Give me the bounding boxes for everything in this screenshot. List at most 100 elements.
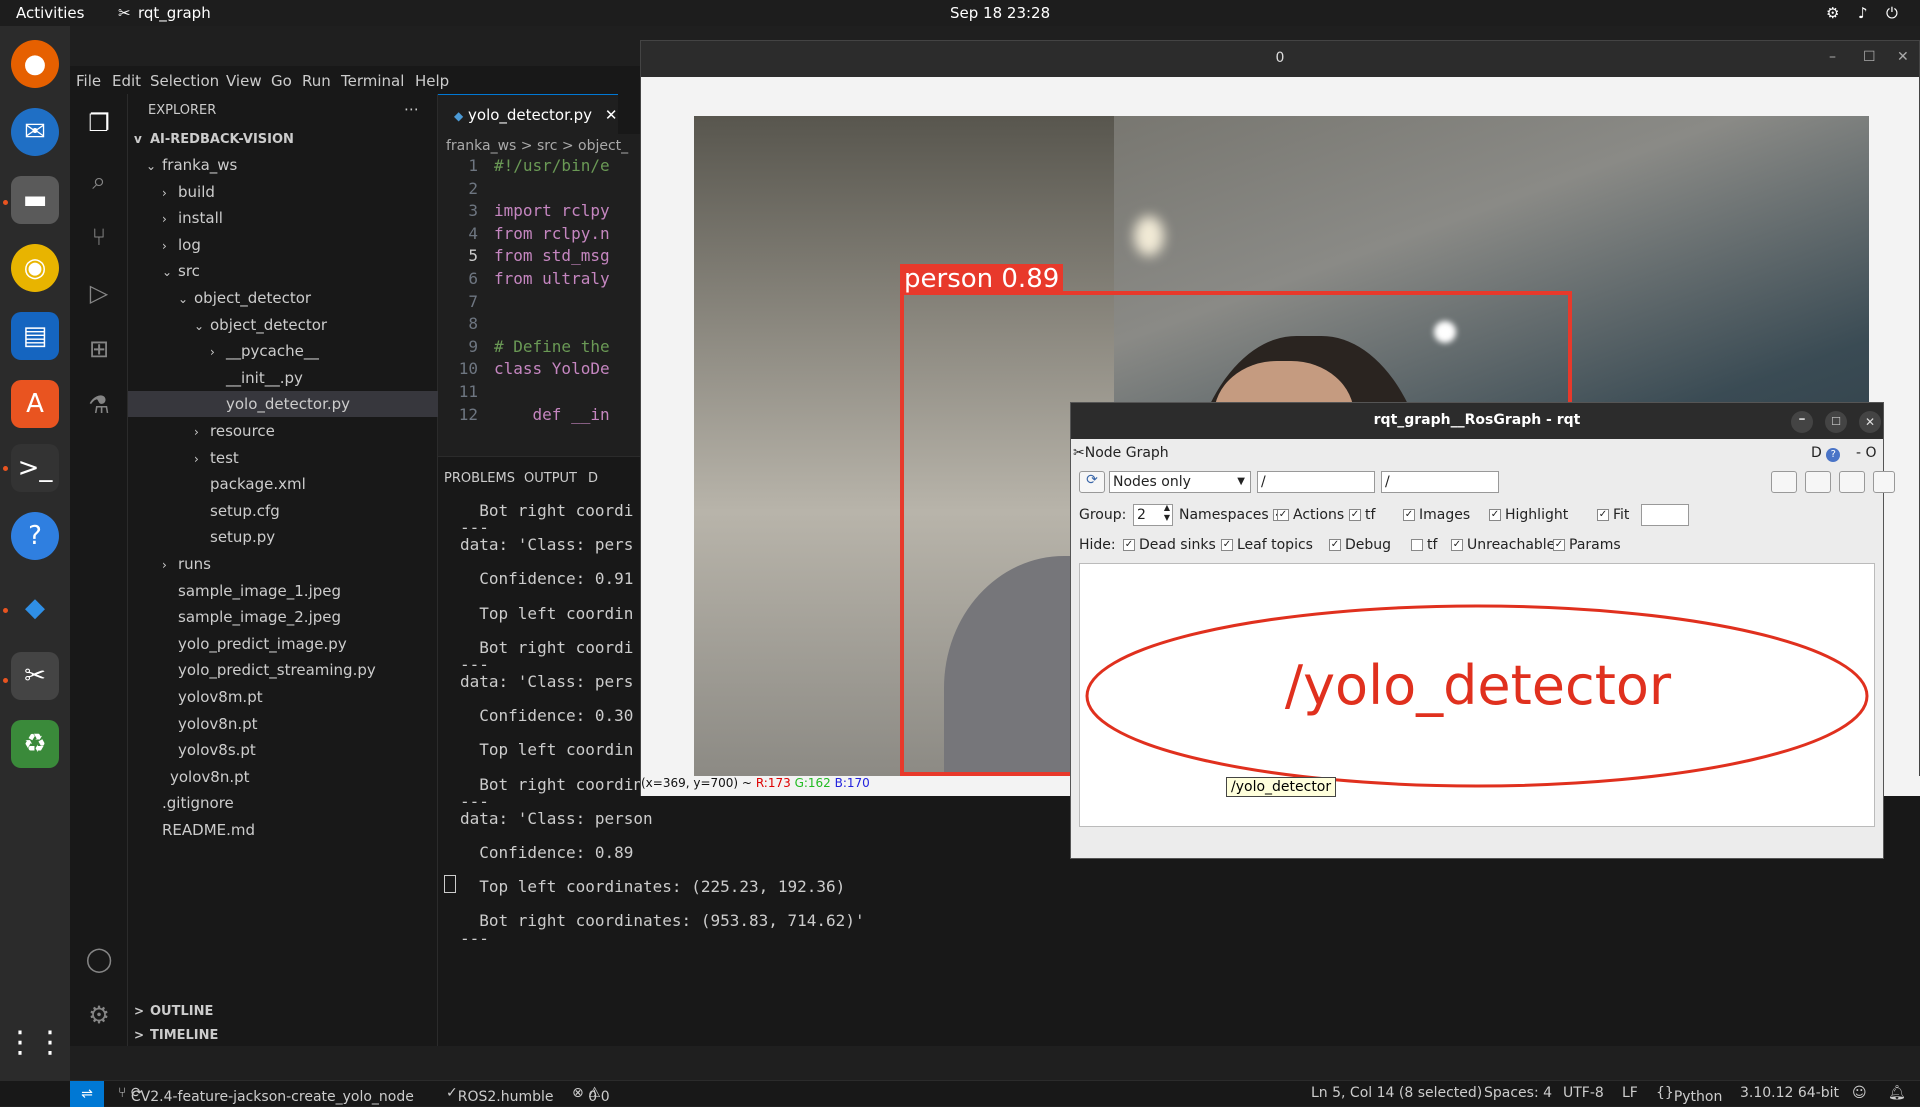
tree-item[interactable]: yolov8n.pt (154, 764, 250, 790)
writer-icon[interactable]: ▤ (11, 312, 59, 360)
encoding[interactable]: UTF-8 (1563, 1085, 1604, 1101)
help-icon[interactable]: ? (11, 512, 59, 560)
option-highlight[interactable]: ✓ Highlight (1489, 507, 1568, 523)
tree-item[interactable]: › test (194, 445, 239, 471)
cursor-position[interactable]: Ln 5, Col 14 (8 selected) (1311, 1085, 1482, 1101)
tree-item[interactable]: __init__.py (210, 365, 303, 391)
python-interpreter[interactable]: 3.10.12 64-bit (1740, 1085, 1839, 1101)
trash-icon[interactable]: ♻ (11, 720, 59, 768)
search-icon[interactable]: ⌕ (82, 164, 116, 198)
notifications-icon[interactable]: 🔔︎ (1888, 1085, 1906, 1101)
fit-extra-field[interactable] (1641, 504, 1689, 526)
tree-item[interactable]: ⌄ franka_ws (146, 152, 237, 178)
ros-indicator[interactable]: ✓ ROS2.humble (446, 1085, 554, 1105)
indentation[interactable]: Spaces: 4 (1484, 1085, 1552, 1101)
code-line[interactable]: class YoloDe (494, 359, 610, 378)
code-line[interactable]: from std_msg (494, 246, 610, 265)
tree-item[interactable]: sample_image_1.jpeg (162, 578, 341, 604)
more-actions-icon[interactable]: ⋯ (404, 96, 419, 122)
save-dot-icon[interactable] (1805, 471, 1831, 493)
source-control-icon[interactable]: ⑂ (82, 220, 116, 254)
tree-item[interactable]: package.xml (194, 471, 306, 497)
feedback-icon[interactable]: ☺ (1852, 1085, 1867, 1101)
menu-edit[interactable]: Edit (112, 72, 141, 90)
plugin-options-buttons[interactable]: - O (1856, 445, 1877, 461)
tree-item[interactable]: yolo_predict_image.py (162, 631, 347, 657)
tab-output[interactable]: OUTPUT (524, 471, 577, 486)
workspace-root[interactable]: v AI-REDBACK-VISION (134, 126, 294, 152)
clock[interactable]: Sep 18 23:28 (950, 4, 1050, 22)
tree-item[interactable]: setup.py (194, 524, 275, 550)
option-tf[interactable]: ✓ tf (1349, 507, 1375, 523)
maximize-icon[interactable]: ☐ (1863, 49, 1876, 65)
account-icon[interactable]: ◯ (82, 942, 116, 976)
network-icon[interactable]: ⚙ (1826, 4, 1839, 22)
active-app-name[interactable]: rqt_graph (138, 4, 211, 22)
menu-help[interactable]: Help (415, 72, 449, 90)
show-apps-icon[interactable]: ⋮⋮ (5, 1018, 65, 1066)
graph-mode-select[interactable]: Nodes only ▼ (1109, 471, 1251, 493)
menu-run[interactable]: Run (302, 72, 331, 90)
testing-icon[interactable]: ⚗ (82, 388, 116, 422)
timeline-section[interactable]: > TIMELINE (134, 1022, 218, 1048)
tree-item[interactable]: yolo_detector.py (128, 391, 438, 418)
tree-item[interactable]: › install (162, 205, 223, 231)
checkbox-dead-sinks[interactable]: ✓ Dead sinks (1123, 537, 1216, 553)
tab-yolo-detector[interactable]: ◆ yolo_detector.py ✕ (438, 94, 618, 134)
minimize-icon[interactable]: – (1829, 49, 1836, 65)
code-line[interactable]: from rclpy.n (494, 224, 610, 243)
code-line[interactable]: #!/usr/bin/e (494, 156, 610, 175)
checkbox-params[interactable]: ✓ Params (1553, 537, 1621, 553)
node-label[interactable]: /yolo_detector (1080, 654, 1876, 717)
run-debug-icon[interactable]: ▷ (82, 276, 116, 310)
close-tab-icon[interactable]: ✕ (605, 106, 618, 124)
save-svg-icon[interactable] (1839, 471, 1865, 493)
option-actions[interactable]: ✓ Actions (1277, 507, 1344, 523)
explorer-icon[interactable]: ❐ (82, 106, 116, 140)
menu-go[interactable]: Go (271, 72, 292, 90)
volume-icon[interactable]: ♪ (1858, 4, 1868, 22)
software-icon[interactable]: A (11, 380, 59, 428)
tree-item[interactable]: yolo_predict_streaming.py (162, 657, 376, 683)
tree-item[interactable]: sample_image_2.jpeg (162, 604, 341, 630)
settings-gear-icon[interactable]: ⚙ (82, 998, 116, 1032)
outline-section[interactable]: > OUTLINE (134, 998, 213, 1024)
rqt-maximize-icon[interactable]: ☐ (1825, 411, 1847, 433)
dock-help-buttons[interactable]: D ? (1811, 445, 1841, 462)
code-line[interactable]: def __in (494, 405, 610, 424)
code-line[interactable]: from ultraly (494, 269, 610, 288)
checkbox-tf[interactable]: tf (1411, 537, 1437, 553)
code-line[interactable]: # Define the (494, 337, 610, 356)
tree-item[interactable]: › log (162, 232, 201, 258)
tree-item[interactable]: ⌄ src (162, 258, 200, 284)
option-images[interactable]: ✓ Images (1403, 507, 1470, 523)
activities-button[interactable]: Activities (16, 4, 84, 22)
rqt-close-icon[interactable]: ✕ (1859, 411, 1881, 433)
namespace-filter-input[interactable]: / (1257, 471, 1375, 493)
rhythmbox-icon[interactable]: ◉ (11, 244, 59, 292)
option-namespaces[interactable]: Namespaces✓ (1179, 507, 1289, 523)
tree-item[interactable]: README.md (146, 817, 255, 843)
checkbox-unreachable[interactable]: ✓ Unreachable (1451, 537, 1555, 553)
option-fit[interactable]: ✓ Fit (1597, 507, 1629, 523)
tree-item[interactable]: › runs (162, 551, 211, 577)
files-icon[interactable]: ▬ (11, 176, 59, 224)
tree-item[interactable]: ⌄ object_detector (178, 285, 311, 311)
checkbox-debug[interactable]: ✓ Debug (1329, 537, 1391, 553)
remote-icon[interactable]: ⇌ (70, 1081, 104, 1107)
language-mode[interactable]: {} Python (1656, 1085, 1722, 1105)
menu-view[interactable]: View (226, 72, 262, 90)
eol[interactable]: LF (1622, 1085, 1638, 1101)
menu-selection[interactable]: Selection (150, 72, 219, 90)
tree-item[interactable]: yolov8s.pt (162, 737, 256, 763)
problems-indicator[interactable]: ⊗ 0 ⚠ 0 (572, 1085, 610, 1105)
vscode-icon[interactable]: ◆ (11, 584, 59, 632)
menu-terminal[interactable]: Terminal (341, 72, 404, 90)
tree-item[interactable]: › build (162, 179, 215, 205)
firefox-icon[interactable]: ● (11, 40, 59, 88)
save-image-icon[interactable] (1873, 471, 1895, 493)
extensions-icon[interactable]: ⊞ (82, 332, 116, 366)
graph-canvas[interactable]: /yolo_detector /yolo_detector (1079, 563, 1875, 827)
close-icon[interactable]: ✕ (1897, 49, 1909, 65)
tree-item[interactable]: yolov8m.pt (162, 684, 263, 710)
